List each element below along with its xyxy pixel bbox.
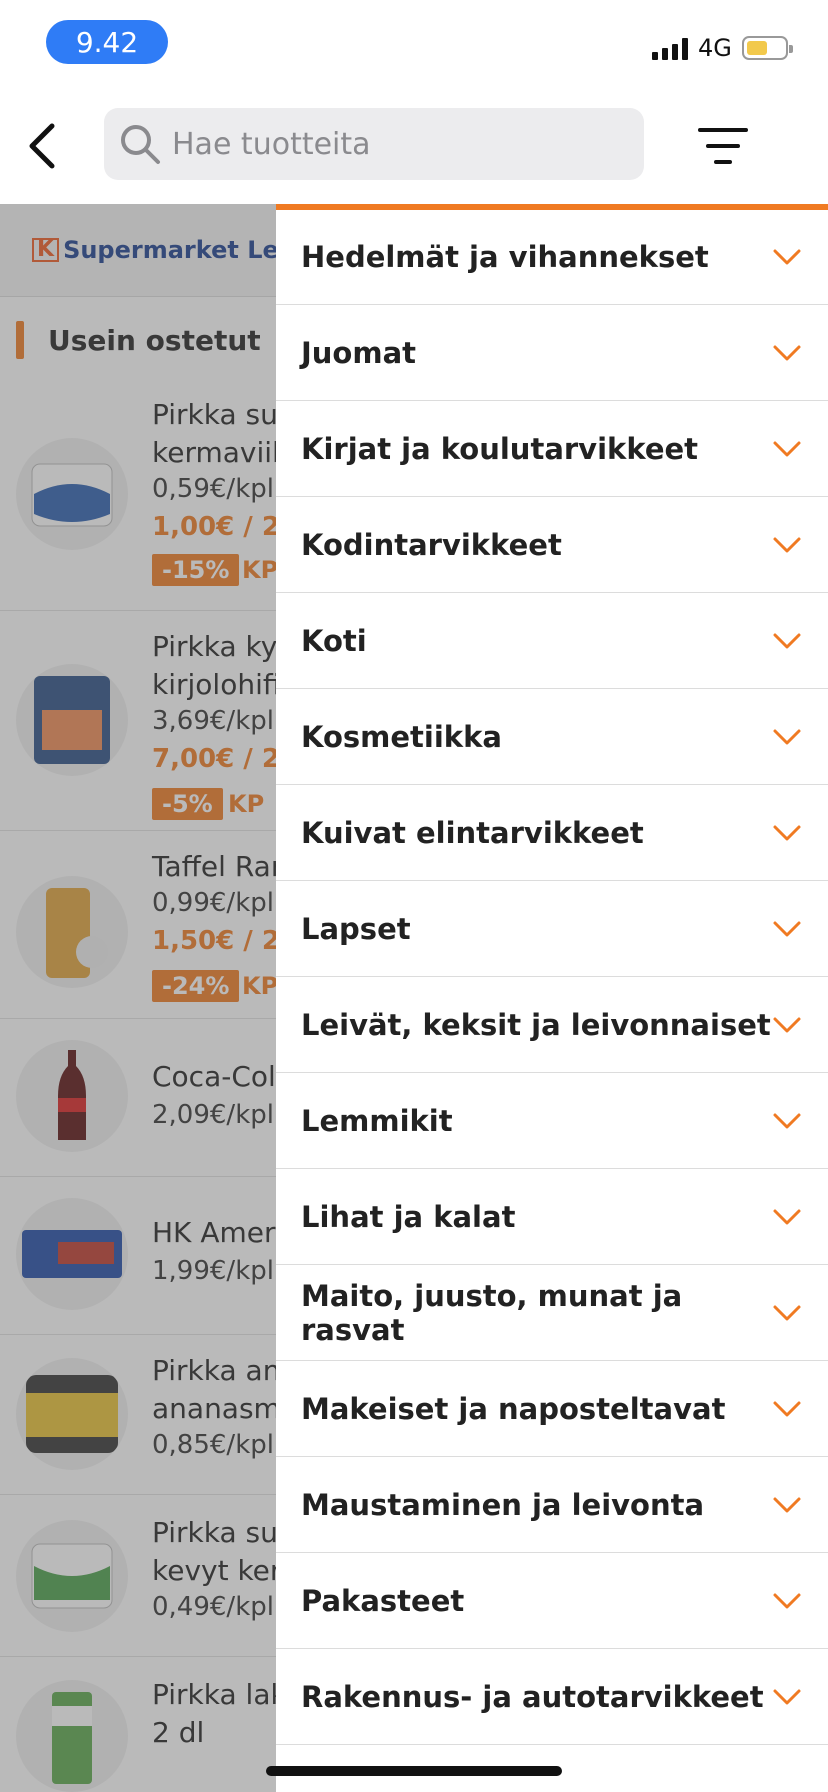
chevron-down-icon[interactable] <box>772 1303 802 1323</box>
category-item[interactable]: Hedelmät ja vihannekset <box>276 210 828 305</box>
chevron-down-icon[interactable] <box>772 1111 802 1131</box>
chevron-down-icon[interactable] <box>772 1687 802 1707</box>
category-label: Koti <box>301 624 367 658</box>
signal-icon <box>652 38 688 60</box>
category-label: Lihat ja kalat <box>301 1200 516 1234</box>
search-icon <box>121 125 160 164</box>
top-header: Hae tuotteita <box>0 90 828 204</box>
category-label: Maito, juusto, munat ja rasvat <box>301 1279 683 1347</box>
category-label: Maustaminen ja leivonta <box>301 1488 705 1522</box>
filter-icon[interactable] <box>698 126 748 168</box>
back-button[interactable] <box>18 118 68 174</box>
chevron-down-icon[interactable] <box>772 1015 802 1035</box>
chevron-down-icon[interactable] <box>772 439 802 459</box>
category-item[interactable]: Maustaminen ja leivonta <box>276 1458 828 1553</box>
chevron-down-icon[interactable] <box>772 535 802 555</box>
category-item[interactable]: Kirjat ja koulutarvikkeet <box>276 402 828 497</box>
category-label: Kosmetiikka <box>301 720 502 754</box>
status-bar: 9.42 4G <box>0 0 828 90</box>
category-item[interactable]: Koti <box>276 594 828 689</box>
chevron-down-icon[interactable] <box>772 727 802 747</box>
category-item[interactable]: Makeiset ja naposteltavat <box>276 1362 828 1457</box>
chevron-down-icon[interactable] <box>772 343 802 363</box>
category-label: Hedelmät ja vihannekset <box>301 240 709 274</box>
category-item[interactable]: Lihat ja kalat <box>276 1170 828 1265</box>
category-item[interactable]: Kosmetiikka <box>276 690 828 785</box>
category-label: Leivät, keksit ja leivonnaiset <box>301 1008 771 1042</box>
search-placeholder: Hae tuotteita <box>172 126 371 162</box>
chevron-down-icon[interactable] <box>772 823 802 843</box>
chevron-down-icon[interactable] <box>772 1399 802 1419</box>
category-label: Rakennus- ja autotarvikkeet <box>301 1680 764 1714</box>
category-item[interactable]: Kodintarvikkeet <box>276 498 828 593</box>
category-item[interactable]: Lapset <box>276 882 828 977</box>
chevron-down-icon[interactable] <box>772 1495 802 1515</box>
category-item[interactable]: Rakennus- ja autotarvikkeet <box>276 1650 828 1745</box>
category-item[interactable]: Leivät, keksit ja leivonnaiset <box>276 978 828 1073</box>
category-label: Pakasteet <box>301 1584 465 1618</box>
chevron-down-icon[interactable] <box>772 1591 802 1611</box>
category-label: Kirjat ja koulutarvikkeet <box>301 432 699 466</box>
category-drawer: Hedelmät ja vihannekset Juomat Kirjat ja k… <box>276 204 828 1792</box>
category-label: Kuivat elintarvikkeet <box>301 816 644 850</box>
category-item[interactable]: Maito, juusto, munat ja rasvat <box>276 1266 828 1361</box>
chevron-down-icon[interactable] <box>772 631 802 651</box>
category-item[interactable]: Kuivat elintarvikkeet <box>276 786 828 881</box>
category-label: Lemmikit <box>301 1104 453 1138</box>
battery-icon <box>742 36 793 60</box>
category-item[interactable]: Juomat <box>276 306 828 401</box>
category-label: Kodintarvikkeet <box>301 528 562 562</box>
category-label: Lapset <box>301 912 411 946</box>
status-time: 9.42 <box>46 20 168 64</box>
category-label: Makeiset ja naposteltavat <box>301 1392 726 1426</box>
category-item[interactable]: Lemmikit <box>276 1074 828 1169</box>
category-item[interactable]: Pakasteet <box>276 1554 828 1649</box>
chevron-down-icon[interactable] <box>772 1207 802 1227</box>
home-indicator <box>266 1766 562 1776</box>
network-type: 4G <box>698 34 732 62</box>
search-input[interactable]: Hae tuotteita <box>104 108 644 180</box>
category-label: Juomat <box>301 336 417 370</box>
chevron-down-icon[interactable] <box>772 247 802 267</box>
chevron-down-icon[interactable] <box>772 919 802 939</box>
